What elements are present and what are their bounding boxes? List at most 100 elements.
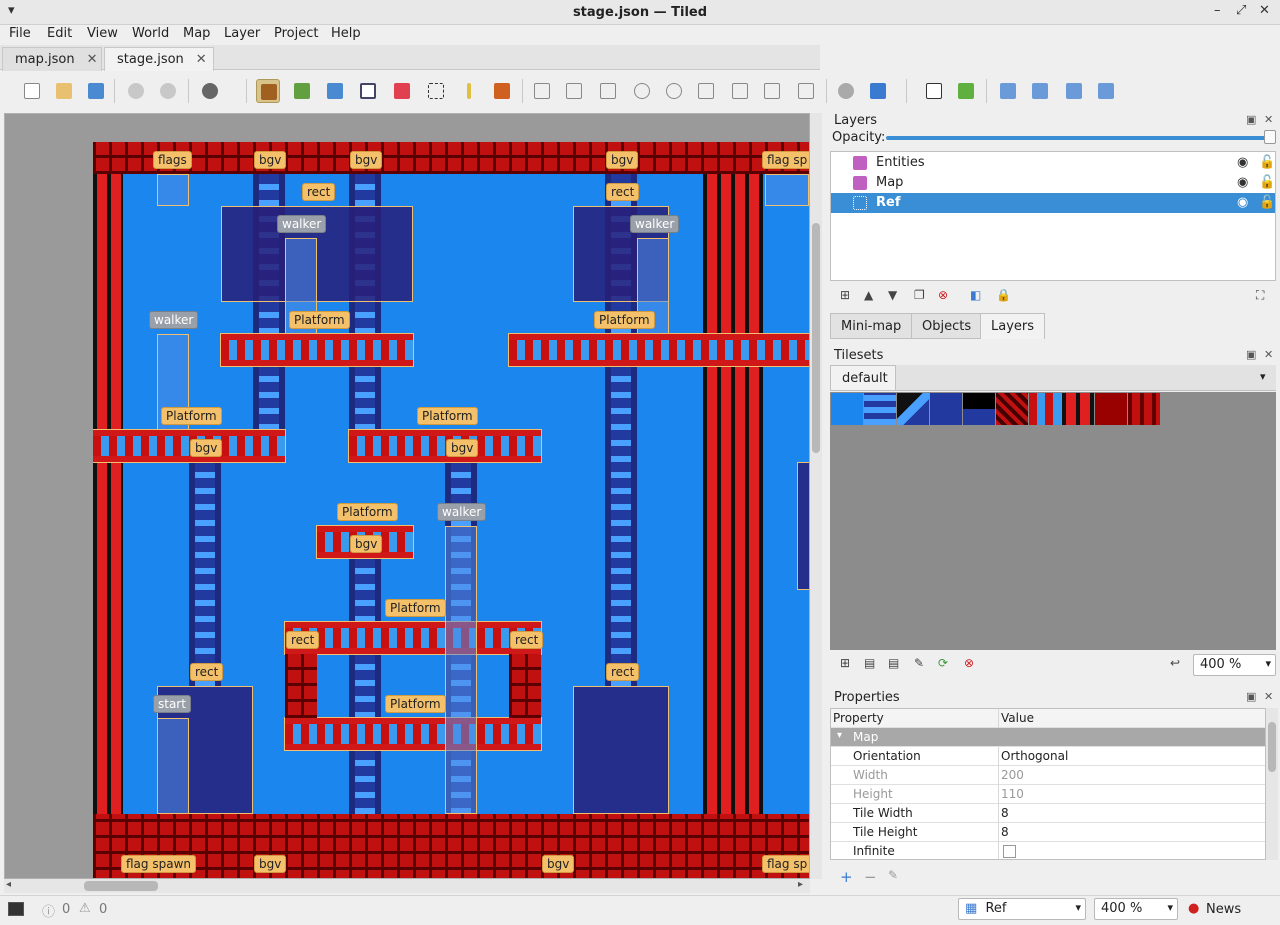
tile[interactable] <box>864 393 896 425</box>
rect-select-icon[interactable] <box>424 79 448 103</box>
lock-icon[interactable]: 🔓 <box>1259 195 1275 210</box>
float-panel-icon[interactable]: ▣ <box>1246 113 1256 126</box>
infinite-checkbox[interactable] <box>1003 845 1016 858</box>
tileset-view[interactable] <box>830 392 1276 650</box>
flip-vertical-icon[interactable] <box>1028 79 1052 103</box>
move-icon[interactable] <box>866 79 890 103</box>
news-button[interactable]: News <box>1206 902 1241 917</box>
tab-map-json[interactable]: map.json ✕ <box>2 47 102 71</box>
property-row-infinite[interactable]: Infinite <box>831 842 1265 859</box>
terrain-brush-icon[interactable] <box>290 79 314 103</box>
delete-layer-icon[interactable]: ⊗ <box>938 288 948 302</box>
insert-point-icon[interactable] <box>630 79 654 103</box>
tile[interactable] <box>963 393 995 425</box>
map-vertical-scrollbar[interactable] <box>810 113 822 879</box>
tile[interactable] <box>831 393 863 425</box>
warning-icon[interactable]: ⚠ <box>79 901 91 916</box>
menu-file[interactable]: File <box>9 26 31 41</box>
tile[interactable] <box>897 393 929 425</box>
lock-layer-icon[interactable]: 🔒 <box>996 288 1011 302</box>
tab-mini-map[interactable]: Mini-map <box>830 313 913 339</box>
tile[interactable] <box>1029 393 1061 425</box>
tileset-tab-default[interactable]: default <box>830 365 896 391</box>
scroll-left-icon[interactable]: ◂ <box>6 879 11 890</box>
object-flag-spawn[interactable] <box>765 174 809 206</box>
export-tileset-icon[interactable]: ▤ <box>888 656 899 670</box>
property-row-tile-height[interactable]: Tile Height 8 <box>831 823 1265 842</box>
undo-icon[interactable] <box>124 79 148 103</box>
remove-property-icon[interactable]: − <box>864 868 877 886</box>
close-icon[interactable]: ✕ <box>1259 3 1270 18</box>
object-walker[interactable] <box>445 526 477 814</box>
edit-polygons-icon[interactable] <box>562 79 586 103</box>
close-panel-icon[interactable]: ✕ <box>1264 113 1273 126</box>
lower-layer-icon[interactable]: ▼ <box>888 288 897 302</box>
select-objects-icon[interactable] <box>530 79 554 103</box>
tile[interactable] <box>930 393 962 425</box>
wang-fill-icon[interactable] <box>954 79 978 103</box>
new-tileset-icon[interactable]: ⊞ <box>840 656 850 670</box>
scroll-thumb[interactable] <box>84 881 158 891</box>
rotate-right-icon[interactable] <box>1094 79 1118 103</box>
insert-ellipse-icon[interactable] <box>662 79 686 103</box>
redo-icon[interactable] <box>156 79 180 103</box>
tile[interactable] <box>1095 393 1127 425</box>
menu-help[interactable]: Help <box>331 26 361 41</box>
tile[interactable] <box>1062 393 1094 425</box>
object-rect[interactable] <box>797 462 809 590</box>
remove-tileset-icon[interactable]: ⊗ <box>964 656 974 670</box>
tile[interactable] <box>1128 393 1160 425</box>
wrap-icon[interactable]: ↩ <box>1170 656 1180 670</box>
close-tab-icon[interactable]: ✕ <box>87 52 98 67</box>
menu-edit[interactable]: Edit <box>47 26 72 41</box>
insert-text-icon[interactable] <box>794 79 818 103</box>
menu-world[interactable]: World <box>132 26 169 41</box>
close-tab-icon[interactable]: ✕ <box>196 52 207 67</box>
layer-item-map[interactable]: Map ◉ 🔓 <box>831 173 1275 193</box>
scroll-right-icon[interactable]: ▸ <box>798 879 803 890</box>
object-start[interactable] <box>157 718 189 814</box>
zoom-combo[interactable]: 400 % ▾ <box>1094 898 1178 920</box>
opacity-slider-handle[interactable] <box>1264 130 1276 144</box>
tileset-menu-icon[interactable]: ▾ <box>1260 370 1266 383</box>
flip-horizontal-icon[interactable] <box>996 79 1020 103</box>
float-panel-icon[interactable]: ▣ <box>1246 690 1256 703</box>
dynamic-wrapping-icon[interactable]: ⟳ <box>938 656 948 670</box>
map-horizontal-scrollbar[interactable]: ◂ ▸ <box>4 879 810 893</box>
menu-view[interactable]: View <box>87 26 118 41</box>
layer-item-ref[interactable]: Ref ◉ 🔓 <box>831 193 1275 213</box>
layer-item-entities[interactable]: Entities ◉ 🔓 <box>831 153 1275 173</box>
raise-layer-icon[interactable]: ▲ <box>864 288 873 302</box>
embed-tileset-icon[interactable]: ▤ <box>864 656 875 670</box>
property-row-tile-width[interactable]: Tile Width 8 <box>831 804 1265 823</box>
rename-property-icon[interactable]: ✎ <box>888 868 898 882</box>
error-icon[interactable]: ⓘ <box>42 901 55 920</box>
eye-icon[interactable]: ◉ <box>1237 195 1248 210</box>
layer-combo[interactable]: ▦ Ref ▾ <box>958 898 1086 920</box>
magic-wand-icon[interactable] <box>457 79 481 103</box>
select-same-tile-icon[interactable] <box>490 79 514 103</box>
console-icon[interactable] <box>8 902 24 916</box>
edit-tileset-icon[interactable]: ✎ <box>914 656 924 670</box>
add-property-icon[interactable]: + <box>840 868 853 886</box>
layer-options-icon[interactable]: ⛶ <box>1256 288 1264 303</box>
gear-icon[interactable] <box>198 79 222 103</box>
menu-project[interactable]: Project <box>274 26 318 41</box>
tileset-zoom-combo[interactable]: 400 % ▾ <box>1193 654 1276 676</box>
tab-stage-json[interactable]: stage.json ✕ <box>104 47 214 71</box>
scroll-thumb[interactable] <box>812 223 820 453</box>
menu-layer[interactable]: Layer <box>224 26 260 41</box>
properties-scrollbar[interactable] <box>1266 708 1278 860</box>
new-file-icon[interactable] <box>20 79 44 103</box>
property-group-map[interactable]: ▾ Map <box>831 728 1265 747</box>
bucket-fill-icon[interactable] <box>323 79 347 103</box>
tab-layers[interactable]: Layers <box>980 313 1046 339</box>
world-tool-icon[interactable] <box>834 79 858 103</box>
tile-map[interactable]: flags bgv bgv bgv flag sp rect rect walk… <box>93 142 809 878</box>
lock-icon[interactable]: 🔓 <box>1259 175 1275 190</box>
insert-template-icon[interactable] <box>760 79 784 103</box>
insert-polygon-icon[interactable] <box>694 79 718 103</box>
property-row-orientation[interactable]: Orientation Orthogonal <box>831 747 1265 766</box>
scroll-thumb[interactable] <box>1268 722 1276 772</box>
insert-tile-icon[interactable] <box>728 79 752 103</box>
